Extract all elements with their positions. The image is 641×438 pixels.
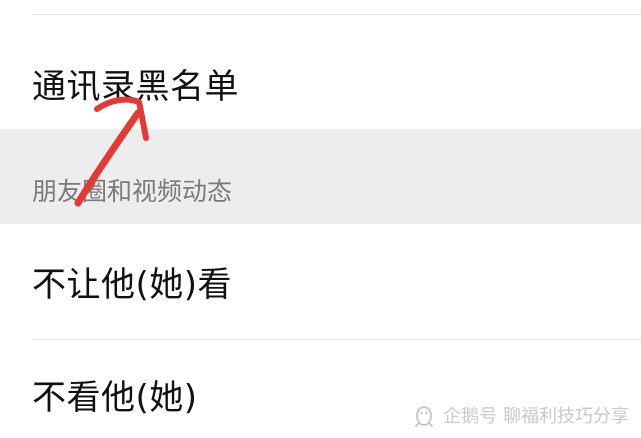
watermark: 企鹅号 聊福利技巧分享 [411,402,629,428]
contact-blacklist-item[interactable]: 通讯录黑名单 [0,15,641,129]
watermark-text: 企鹅号 聊福利技巧分享 [443,406,629,427]
dont-see-their-moments-label: 不看他(她) [32,378,198,418]
contact-blacklist-label: 通讯录黑名单 [32,67,239,107]
hide-my-moments-label: 不让他(她)看 [32,265,233,305]
penguin-logo-icon [415,406,434,427]
moments-section-title: 朋友圈和视频动态 [32,177,233,206]
moments-section-header: 朋友圈和视频动态 [0,129,641,224]
hide-my-moments-item[interactable]: 不让他(她)看 [0,224,641,339]
